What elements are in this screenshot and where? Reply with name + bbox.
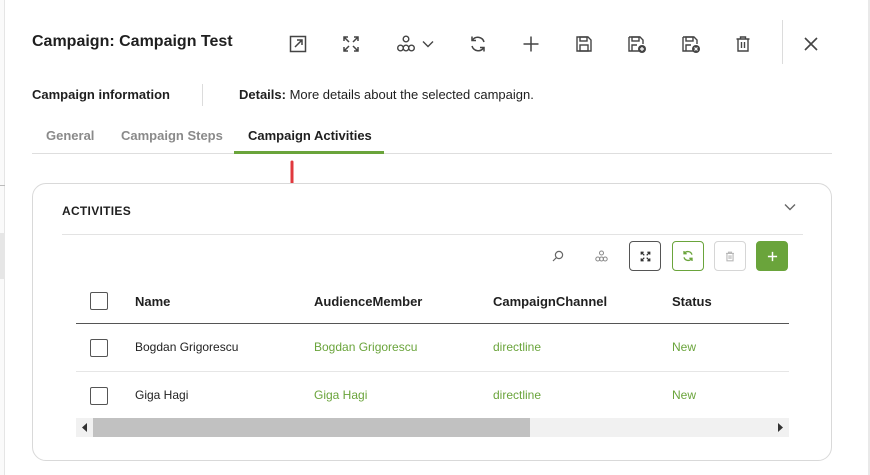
details-text: Details: More details about the selected… <box>239 87 534 102</box>
chevron-down-icon <box>422 41 434 48</box>
add-button[interactable] <box>520 30 542 58</box>
toolbar-divider <box>782 20 783 64</box>
table-row[interactable]: Bogdan Grigorescu Bogdan Grigorescu dire… <box>76 324 789 372</box>
info-divider <box>202 84 203 106</box>
row-checkbox[interactable] <box>90 339 108 357</box>
grid-header: Name AudienceMember CampaignChannel Stat… <box>76 284 789 324</box>
save-new-button[interactable] <box>625 30 649 58</box>
card-divider <box>62 234 803 235</box>
active-tab-indicator <box>234 151 384 154</box>
cell-name: Bogdan Grigorescu <box>135 340 239 354</box>
expand-button[interactable] <box>340 30 362 58</box>
close-button[interactable] <box>800 30 822 58</box>
scrollbar-thumb[interactable] <box>93 418 530 437</box>
save-button[interactable] <box>573 30 595 58</box>
cell-audience-member-link[interactable]: Bogdan Grigorescu <box>314 340 417 354</box>
grid-refresh-button[interactable] <box>672 241 704 271</box>
refresh-icon <box>683 250 693 262</box>
cell-status-link[interactable]: New <box>672 388 696 402</box>
workflow-icon <box>594 250 608 262</box>
save-icon <box>576 36 592 52</box>
search-icon <box>552 250 564 262</box>
details-prefix: Details: <box>239 87 286 102</box>
row-checkbox[interactable] <box>90 387 108 405</box>
close-icon <box>804 37 818 51</box>
collapse-chevron-icon[interactable] <box>783 202 797 212</box>
tab-general[interactable]: General <box>46 128 94 143</box>
expand-icon <box>343 36 359 52</box>
save-close-button[interactable] <box>679 30 703 58</box>
tab-bar: General Campaign Steps Campaign Activiti… <box>32 118 832 154</box>
activities-grid: Name AudienceMember CampaignChannel Stat… <box>76 284 789 420</box>
grid-delete-button[interactable] <box>714 241 746 271</box>
workflow-dropdown-button[interactable] <box>392 30 438 58</box>
grid-expand-button[interactable] <box>629 241 661 271</box>
open-in-new-button[interactable] <box>286 30 310 58</box>
horizontal-scrollbar[interactable] <box>76 418 789 437</box>
select-all-checkbox[interactable] <box>90 292 108 310</box>
expand-icon <box>640 251 650 261</box>
workflow-icon <box>397 35 415 52</box>
tab-campaign-steps[interactable]: Campaign Steps <box>121 128 223 143</box>
cell-campaign-channel-link[interactable]: directline <box>493 388 541 402</box>
add-icon <box>767 251 777 261</box>
grid-add-button[interactable] <box>756 241 788 271</box>
delete-icon <box>736 36 750 52</box>
column-header-campaign-channel[interactable]: CampaignChannel <box>493 294 607 309</box>
delete-button[interactable] <box>732 30 754 58</box>
cell-status-link[interactable]: New <box>672 340 696 354</box>
cell-name: Giga Hagi <box>135 388 189 402</box>
column-header-name[interactable]: Name <box>135 294 170 309</box>
save-close-icon <box>682 35 700 53</box>
open-in-new-icon <box>289 35 307 53</box>
cell-campaign-channel-link[interactable]: directline <box>493 340 541 354</box>
cell-audience-member-link[interactable]: Giga Hagi <box>314 388 367 402</box>
refresh-icon <box>471 36 485 52</box>
grid-search-button[interactable] <box>542 241 574 271</box>
tab-campaign-activities[interactable]: Campaign Activities <box>248 128 372 143</box>
add-icon <box>523 36 539 52</box>
refresh-button[interactable] <box>467 30 489 58</box>
table-row[interactable]: Giga Hagi Giga Hagi directline New <box>76 372 789 420</box>
scroll-left-icon[interactable] <box>80 422 90 433</box>
column-header-status[interactable]: Status <box>672 294 712 309</box>
column-header-audience-member[interactable]: AudienceMember <box>314 294 422 309</box>
grid-workflow-button[interactable] <box>585 241 617 271</box>
scroll-right-icon[interactable] <box>775 422 785 433</box>
activities-card: ACTIVITIES Name AudienceMember CampaignC… <box>32 183 832 461</box>
background-panel-edge <box>0 0 5 475</box>
activities-title: ACTIVITIES <box>62 204 132 218</box>
save-new-icon <box>628 35 646 53</box>
page-title: Campaign: Campaign Test <box>32 33 233 50</box>
details-description: More details about the selected campaign… <box>285 87 534 102</box>
campaign-information-label: Campaign information <box>32 87 170 102</box>
delete-icon <box>726 251 734 261</box>
